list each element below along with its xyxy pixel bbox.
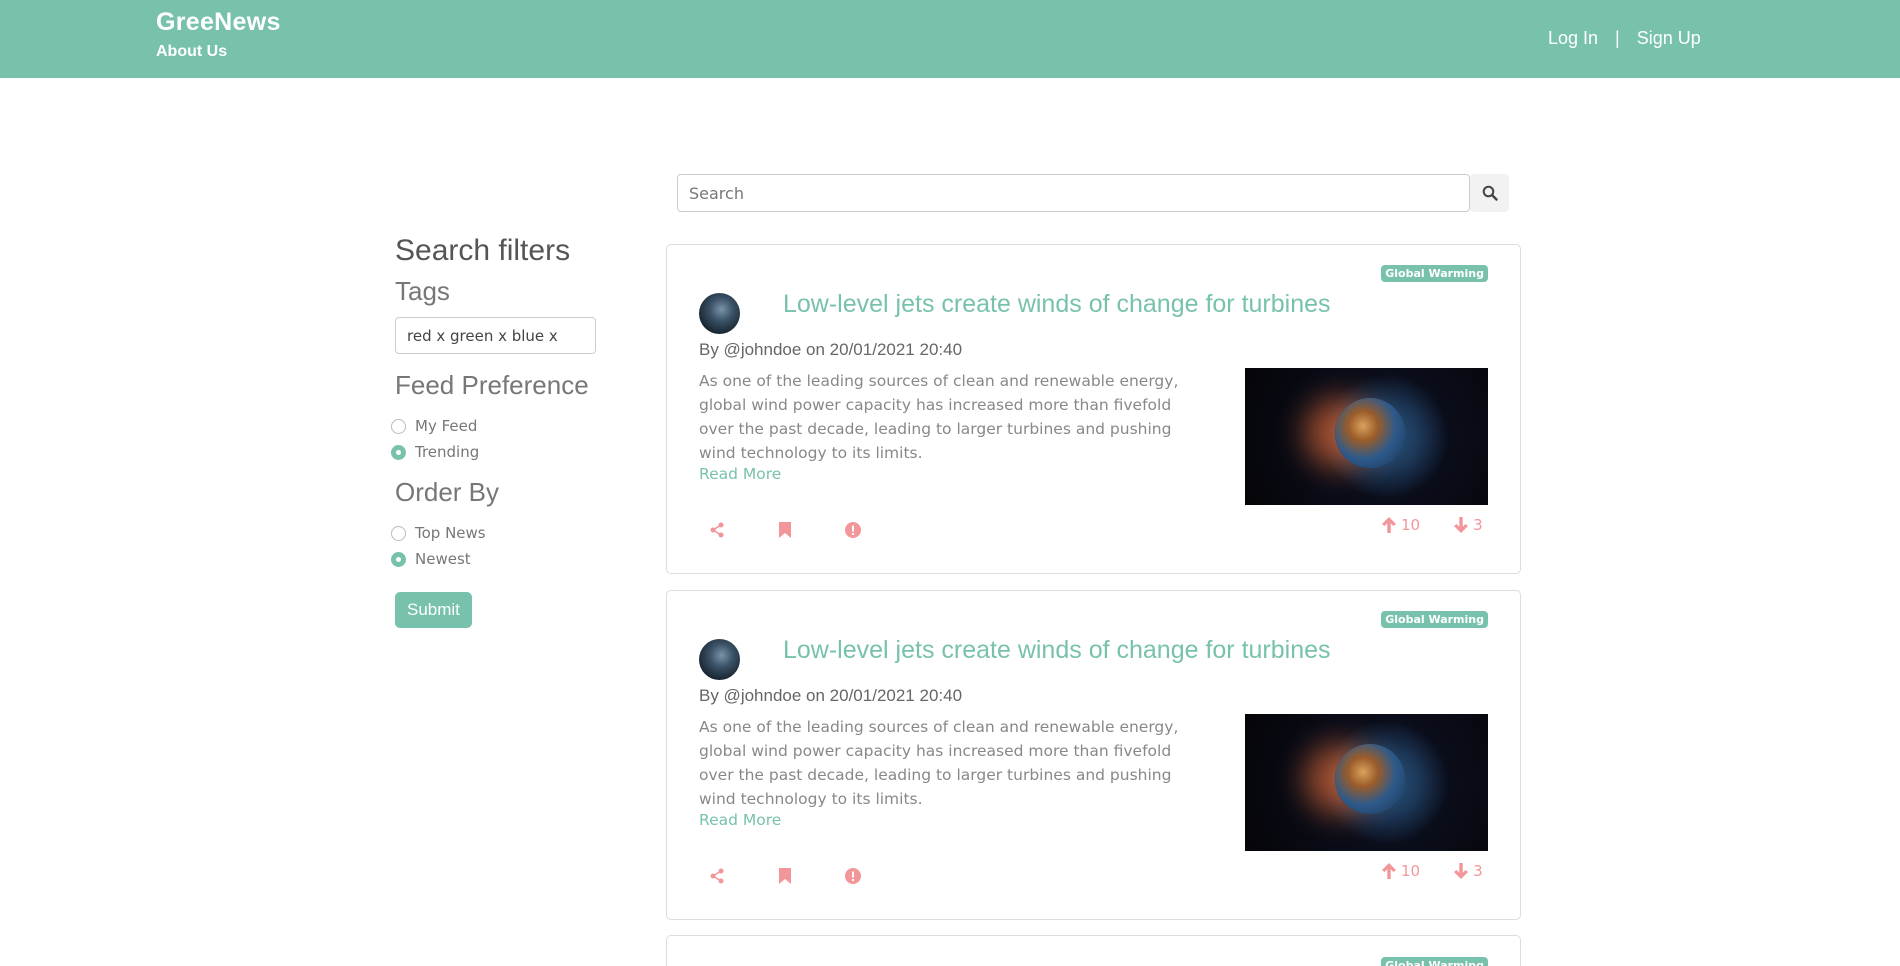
vote-controls: 10 3 — [1382, 862, 1483, 880]
tags-label: Tags — [395, 276, 450, 306]
search-button[interactable] — [1470, 174, 1509, 212]
arrow-down-icon — [1454, 517, 1469, 533]
read-more-link[interactable]: Read More — [699, 465, 781, 483]
search-icon — [1482, 185, 1498, 201]
downvote-button[interactable]: 3 — [1454, 862, 1483, 880]
read-more-link[interactable]: Read More — [699, 811, 781, 829]
submit-button[interactable]: Submit — [395, 592, 472, 628]
news-thumbnail[interactable] — [1245, 368, 1488, 505]
news-byline: By @johndoe on 20/01/2021 20:40 — [699, 686, 963, 705]
bookmark-icon[interactable] — [775, 520, 795, 540]
radio-label-my-feed: My Feed — [415, 417, 478, 435]
order-option-top-news[interactable]: Top News — [391, 520, 615, 546]
feed-preference-label: Feed Preference — [395, 370, 589, 400]
news-excerpt: As one of the leading sources of clean a… — [699, 372, 1179, 462]
radio-my-feed[interactable] — [391, 418, 406, 434]
feed-option-trending[interactable]: Trending — [391, 439, 615, 465]
radio-top-news[interactable] — [391, 525, 406, 541]
brand-logo[interactable]: GreeNews — [156, 8, 281, 37]
author-avatar[interactable] — [699, 639, 740, 680]
auth-links: Log In | Sign Up — [1548, 28, 1701, 49]
feed-option-my-feed[interactable]: My Feed — [391, 413, 615, 439]
news-card: Global Warming Low-level jets create win… — [666, 244, 1521, 574]
news-byline: By @johndoe on 20/01/2021 20:40 — [699, 340, 963, 359]
news-title[interactable]: Low-level jets create winds of change fo… — [783, 290, 1331, 319]
login-link[interactable]: Log In — [1548, 28, 1598, 49]
about-us-link[interactable]: About Us — [156, 43, 227, 61]
upvote-button[interactable]: 10 — [1382, 516, 1420, 534]
order-option-newest[interactable]: Newest — [391, 546, 615, 572]
upvote-count: 10 — [1401, 516, 1421, 534]
tag-badge[interactable]: Global Warming — [1381, 265, 1488, 282]
report-icon[interactable] — [843, 520, 863, 540]
top-navbar: GreeNews About Us Log In | Sign Up — [0, 0, 1900, 78]
card-actions — [707, 866, 863, 886]
radio-newest[interactable] — [391, 551, 406, 567]
tags-input[interactable]: red x green x blue x — [395, 317, 596, 354]
upvote-button[interactable]: 10 — [1382, 862, 1420, 880]
order-by-label: Order By — [395, 477, 500, 507]
share-icon[interactable] — [707, 866, 727, 886]
downvote-button[interactable]: 3 — [1454, 516, 1483, 534]
downvote-count: 3 — [1473, 516, 1483, 534]
bookmark-icon[interactable] — [775, 866, 795, 886]
signup-link[interactable]: Sign Up — [1637, 28, 1701, 49]
card-actions — [707, 520, 863, 540]
author-avatar[interactable] — [699, 293, 740, 334]
radio-label-trending: Trending — [415, 443, 480, 461]
radio-trending[interactable] — [391, 444, 406, 460]
share-icon[interactable] — [707, 520, 727, 540]
news-title[interactable]: Low-level jets create winds of change fo… — [783, 636, 1331, 665]
tag-badge[interactable]: Global Warming — [1381, 957, 1488, 966]
filters-title: Search filters — [395, 234, 571, 267]
report-icon[interactable] — [843, 866, 863, 886]
news-thumbnail[interactable] — [1245, 714, 1488, 851]
search-bar: Search — [677, 174, 1509, 212]
search-filters-panel: Search filters Tags red x green x blue x… — [391, 234, 615, 628]
nav-separator: | — [1615, 28, 1620, 48]
news-card: Global Warming — [666, 935, 1521, 966]
radio-label-top-news: Top News — [415, 524, 486, 542]
downvote-count: 3 — [1473, 862, 1483, 880]
vote-controls: 10 3 — [1382, 516, 1483, 534]
tag-badge[interactable]: Global Warming — [1381, 611, 1488, 628]
upvote-count: 10 — [1401, 862, 1421, 880]
arrow-down-icon — [1454, 863, 1469, 879]
search-input[interactable]: Search — [677, 174, 1470, 212]
arrow-up-icon — [1382, 517, 1396, 533]
news-card: Global Warming Low-level jets create win… — [666, 590, 1521, 920]
news-excerpt: As one of the leading sources of clean a… — [699, 718, 1179, 808]
arrow-up-icon — [1382, 863, 1396, 879]
radio-label-newest: Newest — [415, 550, 471, 568]
